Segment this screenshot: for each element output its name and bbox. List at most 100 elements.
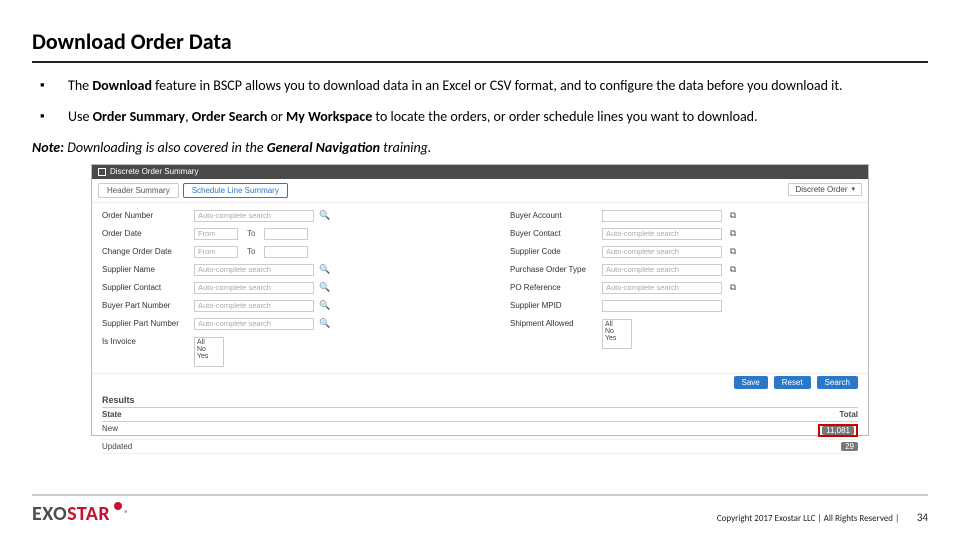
col-total: Total <box>839 410 858 419</box>
toolbar-right: Discrete Order <box>788 183 862 196</box>
label-purchase-order-type: Purchase Order Type <box>510 265 596 274</box>
tab-schedule-line-summary[interactable]: Schedule Line Summary <box>183 183 288 198</box>
order-date-from[interactable]: From <box>194 228 238 240</box>
form-right-column: Buyer Account ⧉ Buyer Contact Auto-complet… <box>510 207 858 367</box>
page-title: Download Order Data <box>32 28 928 63</box>
buyer-part-input[interactable]: Auto-complete search <box>194 300 314 312</box>
copy-icon[interactable]: ⧉ <box>728 265 738 275</box>
bullet-list: The Download feature in BSCP allows you … <box>32 77 928 127</box>
order-number-input[interactable]: Auto-complete search <box>194 210 314 222</box>
option-yes[interactable]: Yes <box>605 335 629 342</box>
total-highlight: 11,081 <box>818 424 858 437</box>
bullet-2: Use Order Summary, Order Search or My Wo… <box>32 108 928 127</box>
option-all[interactable]: All <box>197 339 221 346</box>
supplier-name-input[interactable]: Auto-complete search <box>194 264 314 276</box>
collapse-icon <box>98 168 106 176</box>
buyer-contact-input[interactable]: Auto-complete search <box>602 228 722 240</box>
footer-divider <box>32 494 928 496</box>
footer-right: Copyright 2017 Exostar LLC | All Rights … <box>717 507 928 526</box>
results-row-updated: Updated 29 <box>102 440 858 454</box>
tab-header-summary[interactable]: Header Summary <box>98 183 179 198</box>
note-label: Note: <box>32 139 67 156</box>
results-header-row: State Total <box>102 407 858 422</box>
logo-dot-icon <box>114 502 122 510</box>
label-buyer-contact: Buyer Contact <box>510 229 596 238</box>
tab-bar: Header Summary Schedule Line Summary <box>92 179 868 203</box>
label-shipment-allowed: Shipment Allowed <box>510 319 596 328</box>
copy-icon[interactable]: ⧉ <box>728 211 738 221</box>
text: Use <box>68 108 93 125</box>
text: or <box>271 108 286 125</box>
copy-icon[interactable]: ⧉ <box>728 229 738 239</box>
option-all[interactable]: All <box>605 321 629 328</box>
button-bar: Save Reset Search <box>92 373 868 391</box>
text: , <box>185 108 192 125</box>
slide: Download Order Data The Download feature… <box>0 0 960 540</box>
page-number: 34 <box>917 511 928 524</box>
search-icon[interactable]: 🔍 <box>320 283 330 293</box>
bullet-1: The Download feature in BSCP allows you … <box>32 77 928 96</box>
logo-text-star: STAR <box>67 502 110 526</box>
supplier-code-input[interactable]: Auto-complete search <box>602 246 722 258</box>
results-section: Results State Total New 11,081 Updated 2… <box>92 391 868 454</box>
supplier-mpid-input[interactable] <box>602 300 722 312</box>
search-button[interactable]: Search <box>817 376 858 389</box>
text: The <box>68 77 92 94</box>
screenshot-titlebar: Discrete Order Summary <box>92 165 868 179</box>
reset-button[interactable]: Reset <box>774 376 811 389</box>
text: feature in BSCP allows you to download d… <box>155 77 842 94</box>
search-icon[interactable]: 🔍 <box>320 211 330 221</box>
search-icon[interactable]: 🔍 <box>320 319 330 329</box>
results-heading: Results <box>102 395 858 405</box>
label-supplier-part-number: Supplier Part Number <box>102 319 188 328</box>
col-state: State <box>102 410 122 419</box>
screenshot-title: Discrete Order Summary <box>110 167 198 176</box>
footer: EXOSTAR® Copyright 2017 Exostar LLC | Al… <box>32 502 928 526</box>
logo-text-exo: EXO <box>32 502 67 526</box>
label-is-invoice: Is Invoice <box>102 337 188 346</box>
search-icon[interactable]: 🔍 <box>320 301 330 311</box>
label-order-date: Order Date <box>102 229 188 238</box>
label-buyer-part-number: Buyer Part Number <box>102 301 188 310</box>
label-change-order-date: Change Order Date <box>102 247 188 256</box>
buyer-account-input[interactable] <box>602 210 722 222</box>
change-date-to[interactable] <box>264 246 308 258</box>
text-bold: Download <box>92 77 155 94</box>
supplier-part-input[interactable]: Auto-complete search <box>194 318 314 330</box>
po-type-input[interactable]: Auto-complete search <box>602 264 722 276</box>
label-order-number: Order Number <box>102 211 188 220</box>
total-badge[interactable]: 29 <box>841 442 858 451</box>
form-left-column: Order Number Auto-complete search 🔍 Order … <box>102 207 450 367</box>
download-dropdown[interactable]: Discrete Order <box>788 183 862 196</box>
results-row-new: New 11,081 <box>102 422 858 440</box>
to-label: To <box>244 229 258 238</box>
search-icon[interactable]: 🔍 <box>320 265 330 275</box>
label-supplier-mpid: Supplier MPID <box>510 301 596 310</box>
supplier-contact-input[interactable]: Auto-complete search <box>194 282 314 294</box>
copy-icon[interactable]: ⧉ <box>728 283 738 293</box>
order-date-to[interactable] <box>264 228 308 240</box>
to-label: To <box>244 247 258 256</box>
exostar-logo: EXOSTAR® <box>32 502 129 526</box>
label-buyer-account: Buyer Account <box>510 211 596 220</box>
copy-icon[interactable]: ⧉ <box>728 247 738 257</box>
option-no[interactable]: No <box>197 346 221 353</box>
save-button[interactable]: Save <box>734 376 768 389</box>
text-bold: Order Summary <box>93 108 185 125</box>
label-supplier-code: Supplier Code <box>510 247 596 256</box>
state-value: Updated <box>102 442 132 451</box>
text: to locate the orders, or order schedule … <box>375 108 757 125</box>
change-date-from[interactable]: From <box>194 246 238 258</box>
copyright-text: Copyright 2017 Exostar LLC | All Rights … <box>717 513 899 524</box>
is-invoice-listbox[interactable]: All No Yes <box>194 337 224 367</box>
shipment-allowed-listbox[interactable]: All No Yes <box>602 319 632 349</box>
note: Note: Downloading is also covered in the… <box>32 139 928 156</box>
text-bold: General Navigation <box>267 139 383 156</box>
text: Downloading is also covered in the <box>67 139 266 156</box>
text-bold: Order Search <box>192 108 271 125</box>
total-badge[interactable]: 11,081 <box>822 426 854 435</box>
po-reference-input[interactable]: Auto-complete search <box>602 282 722 294</box>
option-no[interactable]: No <box>605 328 629 335</box>
label-po-reference: PO Reference <box>510 283 596 292</box>
option-yes[interactable]: Yes <box>197 353 221 360</box>
